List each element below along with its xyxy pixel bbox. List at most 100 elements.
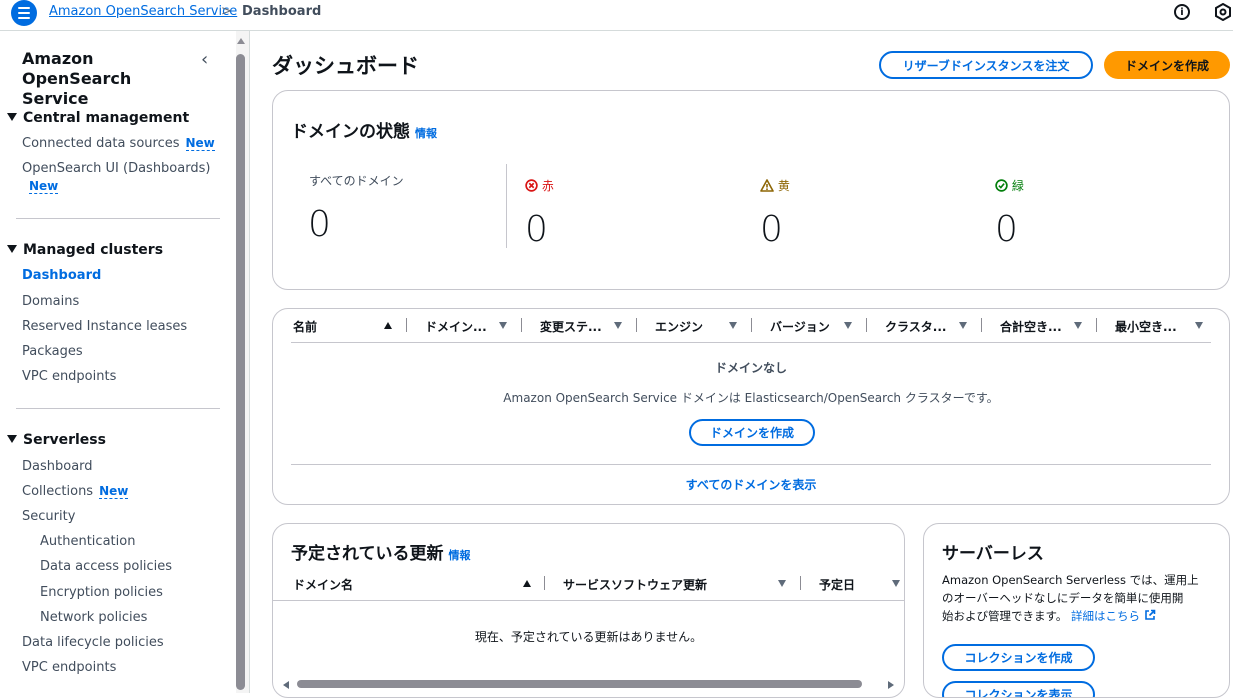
description-line: 始および管理できます。 <box>942 609 1068 623</box>
empty-state-title: ドメインなし <box>714 361 787 375</box>
view-collections-button[interactable]: コレクションを表示 <box>942 681 1095 697</box>
empty-state-description: Amazon OpenSearch Service ドメインは Elastics… <box>503 391 999 405</box>
nav-data-lifecycle-policies[interactable]: Data lifecycle policies <box>22 635 164 650</box>
new-badge: New <box>29 179 59 194</box>
nav-opensearch-ui[interactable]: OpenSearch UI (Dashboards) <box>22 161 210 176</box>
column-header-min-free[interactable]: 最小空き... <box>1115 318 1177 335</box>
collapse-sidebar-icon[interactable]: ‹ <box>201 49 208 70</box>
no-updates-text: 現在、予定されている更新はありません。 <box>474 630 703 644</box>
column-divider <box>544 576 545 590</box>
create-collection-button[interactable]: コレクションを作成 <box>942 644 1095 671</box>
column-header-version[interactable]: バージョン <box>770 318 830 335</box>
domain-status-title: ドメインの状態 情報 <box>291 117 437 142</box>
domain-status-card: ドメインの状態 情報 すべてのドメイン 0 赤 0 黄 0 緑 0 <box>272 90 1230 290</box>
sort-icon[interactable] <box>959 322 967 329</box>
sort-icon[interactable] <box>892 580 900 587</box>
sort-icon[interactable] <box>1074 322 1082 329</box>
create-domain-button[interactable]: ドメインを作成 <box>1104 51 1230 79</box>
nav-domains[interactable]: Domains <box>22 294 79 309</box>
nav-network-policies[interactable]: Network policies <box>40 610 147 625</box>
nav-authentication[interactable]: Authentication <box>40 534 135 549</box>
nav-collections[interactable]: Collections New <box>22 484 129 499</box>
horizontal-scroll-thumb[interactable] <box>297 680 862 688</box>
sort-icon[interactable] <box>844 322 852 329</box>
learn-more-text: 詳細はこちら <box>1071 609 1141 623</box>
info-icon-glyph: i <box>1180 6 1184 18</box>
menu-icon[interactable] <box>11 0 37 26</box>
error-icon <box>525 179 538 192</box>
sort-icon[interactable] <box>499 322 507 329</box>
nav-opensearch-ui-badge: New <box>23 179 59 194</box>
yellow-status-label: 黄 <box>760 177 790 194</box>
sort-icon[interactable] <box>729 322 737 329</box>
column-header-name[interactable]: 名前 <box>293 318 317 335</box>
domains-table-card: 名前 ドメイン... 変更ステ... エンジン バージョン クラスタ... 合計… <box>272 308 1230 505</box>
nav-dashboard[interactable]: Dashboard <box>22 268 101 283</box>
nav-connected-data-sources[interactable]: Connected data sources New <box>22 136 215 151</box>
nav-packages[interactable]: Packages <box>22 344 83 359</box>
learn-more-link[interactable]: 詳細はこちら <box>1071 609 1156 623</box>
nav-reserved-instance-leases[interactable]: Reserved Instance leases <box>22 319 187 334</box>
sort-icon[interactable] <box>614 322 622 329</box>
column-header-scheduled-date[interactable]: 予定日 <box>819 576 855 593</box>
sidebar-title[interactable]: Amazon OpenSearch Service <box>22 49 192 109</box>
scroll-right-arrow-icon[interactable] <box>888 681 894 689</box>
green-domains-value: 0 <box>995 209 1018 250</box>
empty-create-domain-button[interactable]: ドメインを作成 <box>689 419 815 446</box>
page-title: ダッシュボード <box>272 54 419 78</box>
sort-icon[interactable] <box>778 580 786 587</box>
nav-label: OpenSearch UI (Dashboards) <box>22 161 211 176</box>
nav-serverless-vpc-endpoints[interactable]: VPC endpoints <box>22 660 116 675</box>
nav-label: Connected data sources <box>22 136 180 151</box>
nav-label: Collections <box>22 484 94 499</box>
top-bar: Amazon OpenSearch Service > Dashboard i <box>0 0 1233 31</box>
column-divider <box>406 318 407 332</box>
nav-vpc-endpoints[interactable]: VPC endpoints <box>22 369 116 384</box>
column-header-change-status[interactable]: 変更ステ... <box>540 318 602 335</box>
side-navigation: Amazon OpenSearch Service ‹ Central mana… <box>0 31 233 693</box>
column-divider <box>981 318 982 332</box>
sidebar-scroll-thumb[interactable] <box>236 54 245 690</box>
card-title-text: ドメインの状態 <box>291 122 410 142</box>
breadcrumb-service-link[interactable]: Amazon OpenSearch Service <box>49 4 237 19</box>
column-divider <box>1096 318 1097 332</box>
sort-ascending-icon[interactable] <box>523 580 531 587</box>
new-badge: New <box>185 136 215 151</box>
column-header-domain-name[interactable]: ドメイン名 <box>293 576 353 593</box>
nav-encryption-policies[interactable]: Encryption policies <box>40 585 163 600</box>
section-serverless[interactable]: Serverless <box>7 432 106 448</box>
nav-serverless-dashboard[interactable]: Dashboard <box>22 459 93 474</box>
sort-icon[interactable] <box>1195 322 1203 329</box>
section-central-management[interactable]: Central management <box>7 110 189 126</box>
info-icon[interactable]: i <box>1174 4 1190 20</box>
scroll-left-arrow-icon[interactable] <box>283 681 289 689</box>
info-link[interactable]: 情報 <box>449 549 471 562</box>
yellow-label-text: 黄 <box>777 179 790 193</box>
view-all-domains-link[interactable]: すべてのドメインを表示 <box>273 476 1229 493</box>
column-header-cluster[interactable]: クラスタ... <box>885 318 946 335</box>
nav-security[interactable]: Security <box>22 509 75 524</box>
column-header-software-update[interactable]: サービスソフトウェア更新 <box>563 576 707 593</box>
chevron-right-icon: > <box>221 4 232 19</box>
sort-ascending-icon[interactable] <box>384 322 392 329</box>
order-reserved-instance-button[interactable]: リザーブドインスタンスを注文 <box>879 51 1093 79</box>
description-line: のオーバーヘッドなしにデータを簡単に使用開 <box>942 591 1184 605</box>
yellow-domains-value: 0 <box>760 209 783 250</box>
column-header-total-free[interactable]: 合計空き... <box>1000 318 1062 335</box>
serverless-card: サーバーレス Amazon OpenSearch Serverless では、運… <box>923 523 1230 698</box>
scroll-up-arrow-icon[interactable] <box>237 38 245 44</box>
column-header-engine[interactable]: エンジン <box>655 318 703 335</box>
red-label-text: 赤 <box>541 179 554 193</box>
caret-down-icon <box>7 435 17 443</box>
divider <box>16 408 220 409</box>
column-divider <box>800 576 801 590</box>
section-managed-clusters[interactable]: Managed clusters <box>7 242 163 258</box>
info-link[interactable]: 情報 <box>415 127 437 140</box>
nav-data-access-policies[interactable]: Data access policies <box>40 559 172 574</box>
description-line: Amazon OpenSearch Serverless では、運用上 <box>942 573 1199 587</box>
divider <box>16 218 220 219</box>
settings-hex-icon[interactable] <box>1214 3 1232 21</box>
column-header-domain[interactable]: ドメイン... <box>425 318 487 335</box>
stat-divider <box>506 164 507 248</box>
table-header-divider <box>291 342 1211 343</box>
